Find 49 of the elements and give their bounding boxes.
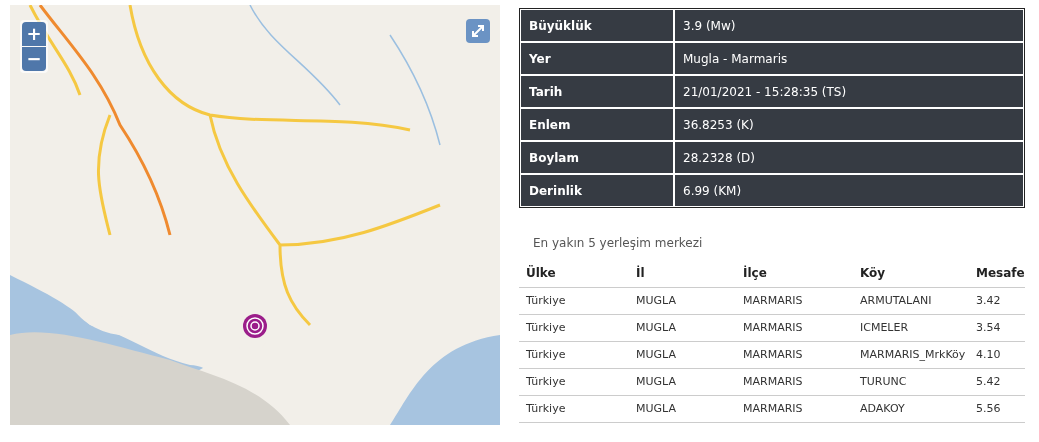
column-header: İl bbox=[635, 264, 646, 282]
detail-label: Tarih bbox=[521, 76, 673, 107]
table-cell-text: 3.42 bbox=[975, 292, 1002, 309]
column-header: İlçe bbox=[742, 264, 768, 282]
detail-value: 3.9 (Mw) bbox=[675, 10, 1023, 41]
detail-value: 21/01/2021 - 15:28:35 (TS) bbox=[675, 76, 1023, 107]
table-cell-text: MUGLA bbox=[635, 346, 677, 363]
detail-label: Enlem bbox=[521, 109, 673, 140]
table-cell-text: ARMUTALANI bbox=[859, 292, 933, 309]
table-caption: En yakın 5 yerleşim merkezi bbox=[533, 235, 704, 252]
table-cell-text: MUGLA bbox=[635, 319, 677, 336]
table-cell-text: MARMARIS_MrkKöy bbox=[859, 346, 967, 363]
column-header: Ülke bbox=[525, 264, 557, 282]
table-cell-text: Türkiye bbox=[525, 346, 567, 363]
table-cell-text: ICMELER bbox=[859, 319, 910, 336]
detail-label: Büyüklük bbox=[521, 10, 673, 41]
epicenter-marker-icon[interactable] bbox=[242, 313, 268, 339]
table-cell-text: TURUNC bbox=[859, 373, 908, 390]
table-cell-text: Türkiye bbox=[525, 292, 567, 309]
table-cell-text: 4.10 bbox=[975, 346, 1002, 363]
table-cell-text: MUGLA bbox=[635, 400, 677, 417]
fullscreen-button[interactable] bbox=[466, 19, 490, 43]
expand-icon bbox=[471, 24, 485, 38]
detail-value: 6.99 (KM) bbox=[675, 175, 1023, 206]
detail-value: 36.8253 (K) bbox=[675, 109, 1023, 140]
detail-value: 28.2328 (D) bbox=[675, 142, 1023, 173]
table-cell-text: MUGLA bbox=[635, 292, 677, 309]
table-cell-text: 5.56 bbox=[975, 400, 1002, 417]
table-cell-text: MUGLA bbox=[635, 373, 677, 390]
detail-label: Yer bbox=[521, 43, 673, 74]
detail-label: Boylam bbox=[521, 142, 673, 173]
table-cell-text: Türkiye bbox=[525, 373, 567, 390]
map[interactable]: + − bbox=[10, 5, 500, 425]
table-cell-text: MARMARIS bbox=[742, 400, 804, 417]
table-cell-text: 3.54 bbox=[975, 319, 1002, 336]
table-cell-text: Türkiye bbox=[525, 400, 567, 417]
table-cell-text: MARMARIS bbox=[742, 319, 804, 336]
table-cell-text: MARMARIS bbox=[742, 292, 804, 309]
table-cell-text: 5.42 bbox=[975, 373, 1002, 390]
detail-value: Mugla - Marmaris bbox=[675, 43, 1023, 74]
table-cell-text: MARMARIS bbox=[742, 373, 804, 390]
zoom-out-button[interactable]: − bbox=[22, 47, 46, 71]
table-cell-text: ADAKOY bbox=[859, 400, 906, 417]
column-header: Köy bbox=[859, 265, 887, 282]
column-header: Mesafe bbox=[975, 265, 1025, 282]
detail-label: Derinlik bbox=[521, 175, 673, 206]
table-cell-text: MARMARIS bbox=[742, 346, 804, 363]
table-cell-text: Türkiye bbox=[525, 319, 567, 336]
zoom-in-button[interactable]: + bbox=[22, 22, 46, 46]
